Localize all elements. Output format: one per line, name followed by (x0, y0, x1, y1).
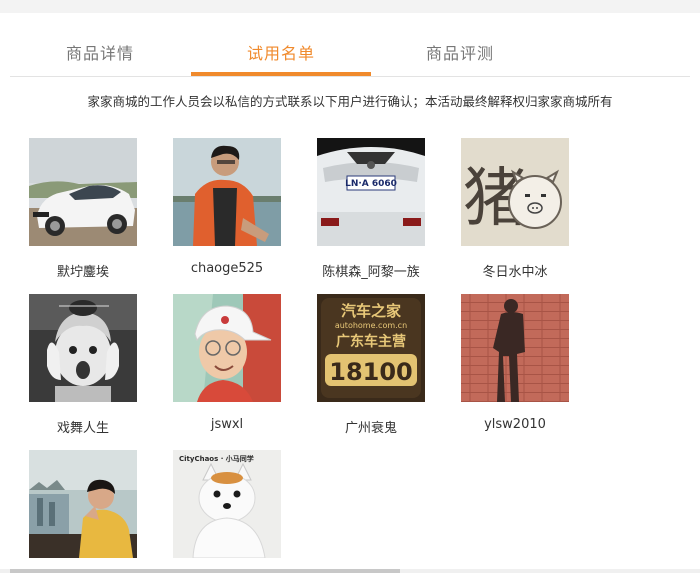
user-card[interactable]: 默坾鏖埃 (11, 138, 155, 280)
horizontal-scrollbar[interactable] (0, 569, 700, 573)
car-rear-license-plate-photo-icon: LN·A 6060 (317, 138, 425, 246)
avatar[interactable] (173, 294, 281, 402)
man-in-life-jacket-photo-icon (173, 138, 281, 246)
user-card[interactable]: 猪 冬日水中冰 (443, 138, 587, 280)
svg-text:18100: 18100 (329, 358, 413, 386)
autohome-badge-18100-icon: 汽车之家 autohome.com.cn 广东车主营 18100 (317, 294, 425, 402)
avatar[interactable] (173, 138, 281, 246)
tab-divider (10, 76, 690, 77)
shadow-on-brick-photo-icon (461, 294, 569, 402)
avatar[interactable]: 猪 (461, 138, 569, 246)
user-card[interactable]: 汽车之家 autohome.com.cn 广东车主营 18100 广州衰鬼 (299, 294, 443, 436)
user-card[interactable]: LN·A 6060 陈棋森_阿黎一族 (299, 138, 443, 280)
user-name[interactable]: ylsw2010 (443, 417, 587, 432)
svg-text:CityChaos · 小马同学: CityChaos · 小马同学 (179, 454, 254, 463)
pig-character-drawing-icon: 猪 (461, 138, 569, 246)
tab-trial-list[interactable]: 试用名单 (191, 40, 371, 64)
user-card[interactable]: ylsw2010 (443, 294, 587, 432)
user-card[interactable]: 戏舞人生 (11, 294, 155, 436)
user-card[interactable] (11, 450, 155, 573)
tab-product-review[interactable]: 商品评测 (370, 40, 550, 64)
tab-bar: 商品详情 试用名单 商品评测 (0, 13, 700, 78)
user-name[interactable]: 戏舞人生 (11, 417, 155, 436)
svg-text:autohome.com.cn: autohome.com.cn (335, 321, 407, 330)
avatar[interactable] (29, 294, 137, 402)
user-name[interactable]: 冬日水中冰 (443, 261, 587, 280)
user-name[interactable]: jswxl (155, 417, 299, 432)
avatar[interactable]: LN·A 6060 (317, 138, 425, 246)
user-card[interactable]: chaoge525 (155, 138, 299, 276)
notice-text: 家家商城的工作人员会以私信的方式联系以下用户进行确认；本活动最终解释权归家家商城… (87, 94, 613, 109)
avatar[interactable] (29, 138, 137, 246)
scrollbar-thumb[interactable] (10, 569, 400, 573)
svg-text:广东车主营: 广东车主营 (336, 333, 406, 350)
young-man-window-photo-icon (29, 450, 137, 558)
screaming-child-bw-photo-icon (29, 294, 137, 402)
user-name[interactable]: 广州衰鬼 (299, 417, 443, 436)
boy-white-cap-photo-icon (173, 294, 281, 402)
avatar[interactable] (461, 294, 569, 402)
white-car-photo-icon (29, 138, 137, 246)
user-name[interactable]: 默坾鏖埃 (11, 261, 155, 280)
top-strip (0, 0, 700, 13)
avatar[interactable]: CityChaos · 小马同学 (173, 450, 281, 558)
tab-product-details[interactable]: 商品详情 (10, 40, 190, 64)
user-name[interactable]: chaoge525 (155, 261, 299, 276)
avatar[interactable]: 汽车之家 autohome.com.cn 广东车主营 18100 (317, 294, 425, 402)
avatar[interactable] (29, 450, 137, 558)
svg-text:LN·A 6060: LN·A 6060 (345, 179, 397, 189)
user-card[interactable]: CityChaos · 小马同学 (155, 450, 299, 573)
white-dog-citychaos-photo-icon: CityChaos · 小马同学 (173, 450, 281, 558)
user-card[interactable]: jswxl (155, 294, 299, 432)
svg-text:汽车之家: 汽车之家 (341, 302, 401, 320)
user-name[interactable]: 陈棋森_阿黎一族 (299, 261, 443, 280)
